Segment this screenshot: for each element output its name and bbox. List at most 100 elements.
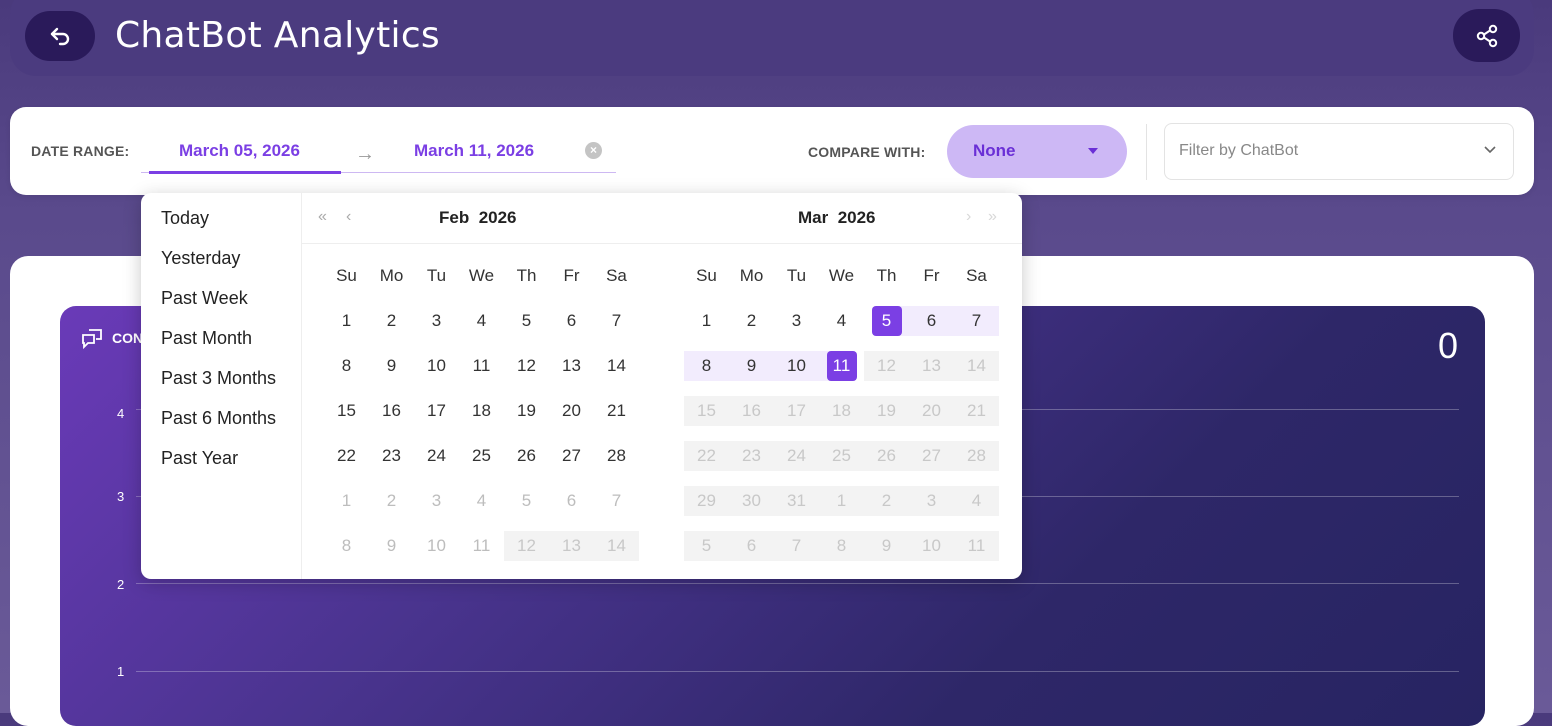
divider [1146,124,1147,180]
grid-line [136,671,1459,672]
calendar-day[interactable]: 1 [324,306,369,336]
weekday-label: Su [336,266,357,285]
calendar-day: 10 [909,531,954,561]
calendar-day: 12 [504,531,549,561]
chatbot-filter-select[interactable]: Filter by ChatBot [1164,123,1514,180]
arrow-right-icon: → [355,143,375,165]
weekday-label: Mo [739,266,764,285]
calendar-day[interactable]: 6 [909,306,954,336]
next-year-icon[interactable]: » [988,208,997,226]
calendar-day[interactable]: 20 [549,396,594,426]
right-year[interactable]: 2026 [838,208,876,227]
calendar-day: 5 [684,531,729,561]
calendar-day[interactable]: 17 [414,396,459,426]
calendar-day[interactable]: 3 [774,306,819,336]
calendar-day[interactable]: 12 [504,351,549,381]
calendar-day[interactable]: 7 [954,306,999,336]
calendar-day[interactable]: 5 [864,306,909,336]
calendar-day[interactable]: 4 [819,306,864,336]
calendar-day[interactable]: 27 [549,441,594,471]
left-year[interactable]: 2026 [479,208,517,227]
preset-item[interactable]: Yesterday [161,248,240,269]
calendar-day[interactable]: 4 [459,486,504,516]
calendar-day: 3 [909,486,954,516]
calendar-day: 28 [954,441,999,471]
weekday-label: Tu [786,266,807,285]
calendar-day[interactable]: 2 [369,306,414,336]
end-date-input[interactable]: March 11, 2026 [414,141,534,161]
weekday-label: Fr [923,266,940,285]
next-month-icon[interactable]: › [966,208,971,226]
calendar-day[interactable]: 4 [459,306,504,336]
calendar-day[interactable]: 3 [414,306,459,336]
calendar-day[interactable]: 22 [324,441,369,471]
right-month[interactable]: Mar [798,208,828,227]
share-button[interactable] [1453,9,1520,62]
chevron-down-icon [1484,146,1496,154]
preset-item[interactable]: Past Week [161,288,248,309]
preset-item[interactable]: Past Year [161,448,238,469]
weekday-label: Fr [563,266,580,285]
calendar-day[interactable]: 13 [549,351,594,381]
calendar-day[interactable]: 6 [549,486,594,516]
calendar-day[interactable]: 9 [369,531,414,561]
left-month[interactable]: Feb [439,208,469,227]
calendar-day[interactable]: 11 [459,351,504,381]
preset-list: Today Yesterday Past Week Past Month Pas… [141,193,302,579]
preset-item[interactable]: Past Month [161,328,252,349]
calendar-day[interactable]: 23 [369,441,414,471]
calendar-day: 20 [909,396,954,426]
y-tick-label: 4 [117,406,125,421]
calendar-day[interactable]: 16 [369,396,414,426]
calendar-day: 21 [954,396,999,426]
calendar-day[interactable]: 19 [504,396,549,426]
calendar-day: 27 [909,441,954,471]
calendar-day[interactable]: 8 [684,351,729,381]
calendar-day[interactable]: 7 [594,306,639,336]
calendar-day[interactable]: 2 [729,306,774,336]
calendar-day: 2 [864,486,909,516]
preset-item[interactable]: Past 3 Months [161,368,276,389]
calendar-day: 14 [954,351,999,381]
back-button[interactable] [25,11,95,61]
calendar-day[interactable]: 10 [414,351,459,381]
calendar-day[interactable]: 14 [594,351,639,381]
calendar-day: 29 [684,486,729,516]
calendar-day: 16 [729,396,774,426]
stat-value: 0 [1438,325,1459,366]
calendar-day[interactable]: 3 [414,486,459,516]
calendar-day[interactable]: 10 [414,531,459,561]
calendar-day[interactable]: 1 [684,306,729,336]
weekday-label: We [468,266,495,285]
calendar-day[interactable]: 21 [594,396,639,426]
calendar-day: 1 [819,486,864,516]
calendar-day[interactable]: 5 [504,306,549,336]
calendar-day[interactable]: 28 [594,441,639,471]
calendar-day[interactable]: 24 [414,441,459,471]
calendar-day[interactable]: 6 [549,306,594,336]
prev-month-icon[interactable]: ‹ [346,208,351,226]
calendar-day[interactable]: 11 [459,531,504,561]
calendar-day[interactable]: 5 [504,486,549,516]
calendar-day[interactable]: 25 [459,441,504,471]
prev-year-icon[interactable]: « [318,208,327,226]
calendar-day[interactable]: 10 [774,351,819,381]
calendar-day[interactable]: 26 [504,441,549,471]
clear-date-icon[interactable]: × [585,142,602,159]
calendar-day[interactable]: 1 [324,486,369,516]
preset-item[interactable]: Past 6 Months [161,408,276,429]
calendar-day[interactable]: 9 [729,351,774,381]
calendar-day[interactable]: 9 [369,351,414,381]
calendar-day: 13 [549,531,594,561]
calendar-day[interactable]: 8 [324,531,369,561]
compare-select[interactable]: None [947,125,1127,178]
calendar-day[interactable]: 11 [819,351,864,381]
preset-item[interactable]: Today [161,208,209,229]
calendar-day[interactable]: 15 [324,396,369,426]
calendar-day[interactable]: 7 [594,486,639,516]
calendar-day[interactable]: 2 [369,486,414,516]
date-range-label: DATE RANGE: [31,143,130,159]
calendar-day[interactable]: 8 [324,351,369,381]
start-date-input[interactable]: March 05, 2026 [179,141,300,161]
calendar-day[interactable]: 18 [459,396,504,426]
